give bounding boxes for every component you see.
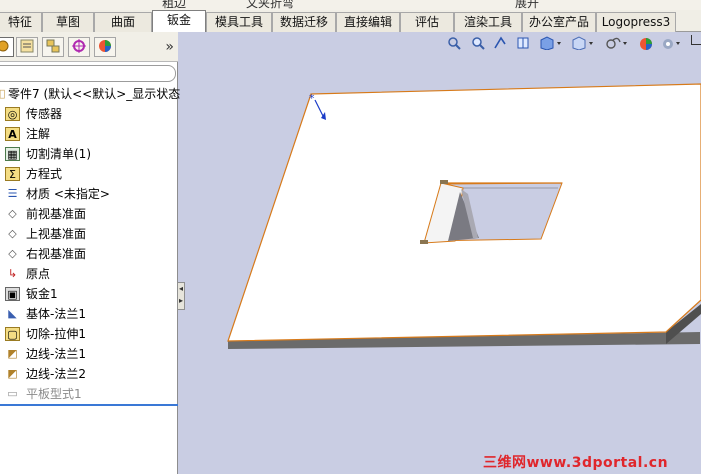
- feature-manager-icon[interactable]: [0, 37, 14, 57]
- top-strip-item[interactable]: 粗边: [162, 0, 186, 10]
- view-orientation-icon[interactable]: [538, 36, 564, 56]
- tree-item-part[interactable]: ◧ 零件7 (默认<<默认>_显示状态: [0, 84, 181, 104]
- command-manager-tabs: 特征 草图 曲面 钣金 模具工具 数据迁移 直接编辑 评估 渲染工具 办公室产品…: [0, 10, 701, 32]
- tree-item-cut-list[interactable]: ▦ 切割清单(1): [0, 144, 178, 164]
- tree-item-sensors[interactable]: ◎ 传感器: [0, 104, 178, 124]
- plane-icon: ◇: [8, 207, 17, 220]
- tree-item-label: 平板型式1: [26, 387, 82, 401]
- tab-direct-editing[interactable]: 直接编辑: [336, 12, 400, 32]
- part-icon: ◧: [0, 87, 6, 100]
- tree-item-right-plane[interactable]: ◇ 右视基准面: [0, 244, 178, 264]
- tree-item-label: 切割清单(1): [26, 147, 91, 161]
- svg-text:*: *: [309, 92, 315, 105]
- previous-view-icon[interactable]: [492, 36, 508, 56]
- rollback-bar[interactable]: [0, 404, 178, 406]
- flange-corner-bottom: [420, 240, 428, 244]
- plane-icon: ◇: [8, 247, 17, 260]
- tab-features[interactable]: 特征: [0, 12, 42, 32]
- annotation-icon: A: [5, 127, 20, 141]
- tab-office-products[interactable]: 办公室产品: [522, 12, 596, 32]
- tree-item-base-flange[interactable]: ◣ 基体-法兰1: [0, 304, 178, 324]
- tree-item-label: 零件7 (默认<<默认>_显示状态: [8, 87, 181, 101]
- tree-item-edge-flange-2[interactable]: ◩ 边线-法兰2: [0, 364, 178, 384]
- flange-corner-top: [440, 180, 448, 184]
- zoom-to-fit-icon[interactable]: [446, 36, 462, 56]
- scene-icon[interactable]: [660, 36, 688, 56]
- tree-item-front-plane[interactable]: ◇ 前视基准面: [0, 204, 178, 224]
- tab-sketch[interactable]: 草图: [42, 12, 94, 32]
- tab-evaluate[interactable]: 评估: [400, 12, 454, 32]
- plane-icon: ◇: [8, 227, 17, 240]
- tree-item-label: 基体-法兰1: [26, 307, 86, 321]
- property-manager-icon[interactable]: [16, 37, 38, 57]
- tree-item-cut-extrude[interactable]: ▢ 切除-拉伸1: [0, 324, 178, 344]
- appearance-icon[interactable]: [637, 36, 655, 56]
- sheet-metal-part-view[interactable]: *: [178, 32, 701, 474]
- tree-item-annotations[interactable]: A 注解: [0, 124, 178, 144]
- edge-flange-icon: ◩: [7, 367, 18, 380]
- sensor-icon: ◎: [5, 107, 20, 121]
- dimxpert-icon[interactable]: [68, 37, 90, 57]
- tree-item-label: 切除-拉伸1: [26, 327, 86, 341]
- tab-sheet-metal[interactable]: 钣金: [152, 10, 206, 32]
- tree-item-origin[interactable]: ↳ 原点: [0, 264, 178, 284]
- view-triad-corner: [691, 35, 701, 45]
- tab-logopress3[interactable]: Logopress3: [596, 12, 676, 32]
- graphics-area[interactable]: *: [178, 32, 701, 474]
- tree-item-label: 传感器: [26, 107, 63, 121]
- panel-expand-icon[interactable]: »: [165, 39, 174, 55]
- display-style-icon[interactable]: [570, 36, 596, 56]
- display-manager-icon[interactable]: [94, 37, 116, 57]
- tree-item-label: 注解: [26, 127, 51, 141]
- tab-data-migration[interactable]: 数据迁移: [272, 12, 336, 32]
- tree-item-edge-flange-1[interactable]: ◩ 边线-法兰1: [0, 344, 178, 364]
- tab-render-tools[interactable]: 渲染工具: [454, 12, 522, 32]
- top-strip-item[interactable]: 文夹折弯: [246, 0, 294, 10]
- hide-show-icon[interactable]: [603, 36, 631, 56]
- tree-item-top-plane[interactable]: ◇ 上视基准面: [0, 224, 178, 244]
- tree-item-label: 边线-法兰1: [26, 347, 86, 361]
- flat-pattern-icon: ▭: [7, 387, 18, 400]
- configuration-manager-icon[interactable]: [42, 37, 64, 57]
- tree-item-label: 右视基准面: [26, 247, 87, 261]
- feature-tree: ◧ 零件7 (默认<<默认>_显示状态 ◎ 传感器 A 注解 ▦ 切割清单(1)…: [0, 84, 181, 404]
- tree-item-material[interactable]: ☰ 材质 <未指定>: [0, 184, 178, 204]
- tree-item-label: 方程式: [26, 167, 63, 181]
- tree-item-flat-pattern[interactable]: ▭ 平板型式1: [0, 384, 178, 404]
- panel-toolbar: »: [0, 32, 178, 62]
- top-command-strip: 粗边 文夹折弯 展开: [0, 0, 701, 10]
- tree-item-label: 材质 <未指定>: [26, 187, 110, 201]
- origin-icon: ↳: [7, 267, 18, 280]
- watermark-text: 三维网www.3dportal.cn: [483, 455, 669, 471]
- tree-item-label: 钣金1: [26, 287, 58, 301]
- tab-mold-tools[interactable]: 模具工具: [206, 12, 272, 32]
- tab-surfaces[interactable]: 曲面: [94, 12, 152, 32]
- tree-item-label: 边线-法兰2: [26, 367, 86, 381]
- feature-manager-panel: » ▼ ◧ 零件7 (默认<<默认>_显示状态 ◎ 传感器 A 注解 ▦ 切割清…: [0, 32, 181, 474]
- cut-extrude-icon: ▢: [5, 327, 20, 341]
- zoom-area-icon[interactable]: [470, 36, 486, 56]
- material-icon: ☰: [7, 187, 18, 200]
- top-strip-item[interactable]: 展开: [515, 0, 539, 10]
- tree-item-label: 前视基准面: [26, 207, 87, 221]
- section-view-icon[interactable]: [515, 36, 531, 56]
- tree-item-sheet-metal[interactable]: ▣ 钣金1: [0, 284, 178, 304]
- base-flange-icon: ◣: [8, 307, 17, 320]
- tree-item-label: 原点: [26, 267, 51, 281]
- tree-item-equations[interactable]: Σ 方程式: [0, 164, 178, 184]
- filter-input[interactable]: [0, 65, 176, 82]
- sheetmetal-icon: ▣: [5, 287, 20, 301]
- cut-list-icon: ▦: [5, 147, 20, 161]
- edge-flange-icon: ◩: [7, 347, 18, 360]
- tree-item-label: 上视基准面: [26, 227, 87, 241]
- equation-icon: Σ: [5, 167, 20, 181]
